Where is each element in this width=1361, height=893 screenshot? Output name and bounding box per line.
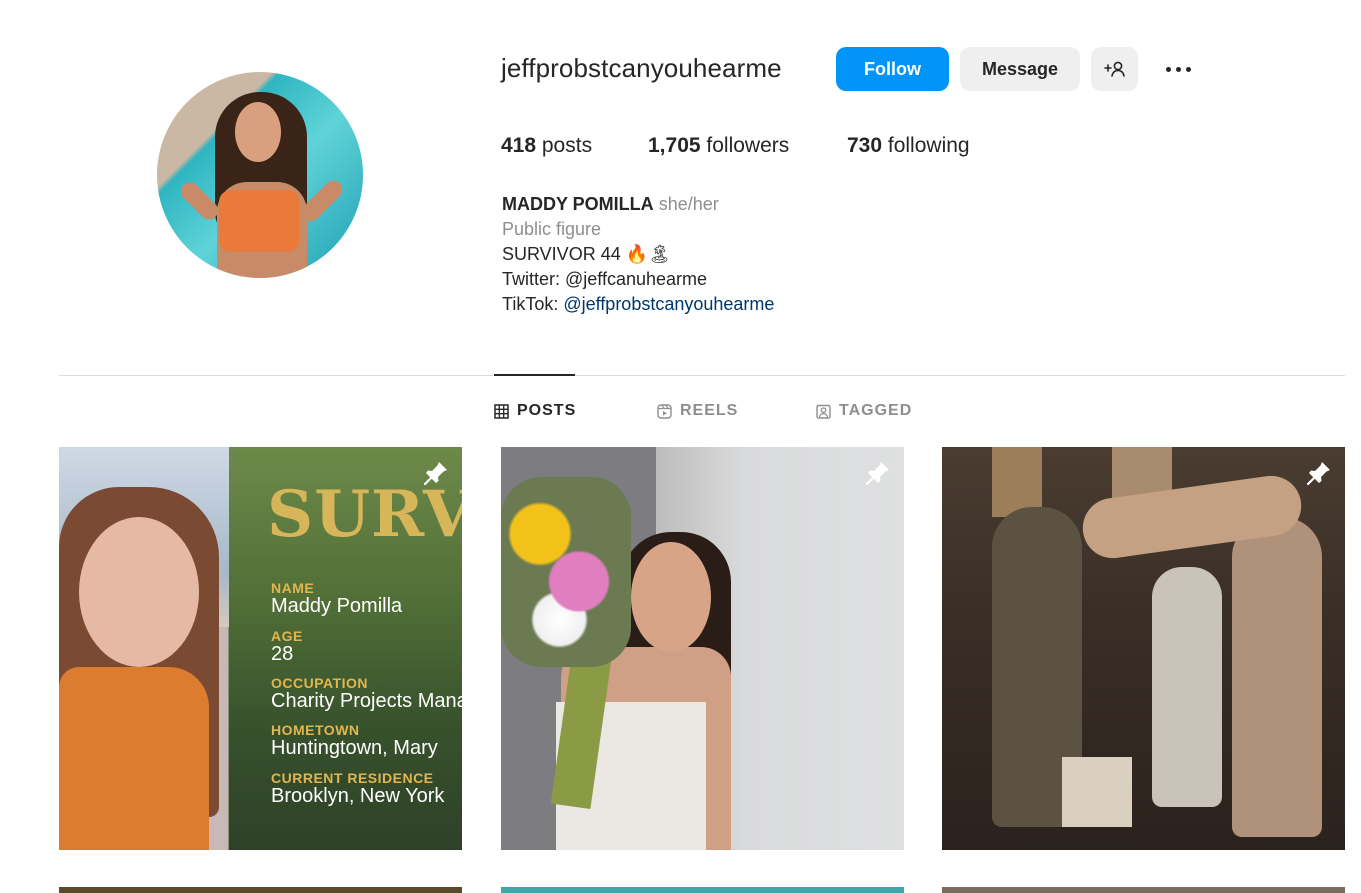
tab-reels[interactable]: REELS [657,402,738,420]
avatar-top [219,190,299,252]
post-photo-bouquet [501,477,631,667]
tabs-divider [59,375,1345,376]
following-count-label: following [882,134,970,157]
posts-count: 418 posts [501,134,592,158]
profile-username: jeffprobstcanyouhearme [501,53,782,83]
avatar-face [235,102,281,162]
pinned-post-icon [865,462,889,486]
tab-tagged[interactable]: TAGGED [816,402,912,420]
more-options-icon[interactable] [1160,54,1196,84]
tagged-icon [816,404,831,419]
add-user-icon [1103,61,1125,77]
post-photo-person [1232,517,1322,837]
overlay-field-name: NAME Maddy Pomilla [271,580,402,618]
post-tile[interactable] [501,447,904,850]
dot [1175,66,1181,72]
dot [1185,66,1191,72]
followers-count-value: 1,705 [648,134,701,157]
tab-posts-label: POSTS [517,402,577,419]
follow-button[interactable]: Follow [836,47,949,91]
grid-icon [494,403,509,419]
overlay-field-label: CURRENT RESIDENCE [271,770,434,786]
post-tile[interactable] [942,447,1345,850]
following-count-value: 730 [847,134,883,157]
bio-line-survivor: SURVIVOR 44 🔥🏝 [502,244,671,264]
overlay-field-label: OCCUPATION [271,675,369,691]
suggested-users-button[interactable] [1091,47,1138,91]
bio-tiktok-prefix: TikTok: [502,294,564,314]
post-overlay-title: SURVIV [267,477,462,552]
post-photo-shorts [1062,757,1132,827]
overlay-field-value: Brooklyn, New York [271,785,445,807]
tab-tagged-label: TAGGED [839,402,913,419]
overlay-field-occupation: OCCUPATION Charity Projects Mana [271,675,462,713]
overlay-field-age: AGE 28 [271,628,303,666]
bio-name-line: MADDY POMILLA she/her [502,192,774,217]
post-photo-dress [59,667,209,850]
profile-bio: MADDY POMILLA she/her Public figure SURV… [502,192,774,317]
bio-twitter: Twitter: @jeffcanuhearme [502,269,708,289]
post-photo-face [631,542,711,652]
overlay-field-hometown: HOMETOWN Huntingtown, Mary [271,722,438,760]
followers-link[interactable]: 1,705 followers [648,134,789,158]
reels-icon [657,403,672,419]
bio-pronouns: she/her [658,194,719,214]
overlay-field-label: NAME [271,580,315,596]
overlay-field-residence: CURRENT RESIDENCE Brooklyn, New York [271,770,444,808]
overlay-field-label: AGE [271,628,303,644]
post-photo-face [79,517,199,667]
bio-category: Public figure [502,219,602,239]
profile-avatar[interactable] [157,72,363,278]
pinned-post-icon [423,462,447,486]
dot [1165,66,1171,72]
posts-count-label: posts [536,134,593,157]
bio-tiktok-line: TikTok: @jeffprobstcanyouhearme [502,292,774,317]
post-tile[interactable] [501,887,904,893]
active-tab-indicator [494,374,575,376]
tab-reels-label: REELS [680,402,739,419]
following-link[interactable]: 730 following [847,134,970,158]
post-tile[interactable] [942,887,1345,893]
tiktok-handle-link[interactable]: @jeffprobstcanyouhearme [563,294,774,314]
followers-count-label: followers [700,134,790,157]
overlay-field-label: HOMETOWN [271,722,360,738]
overlay-field-value: Maddy Pomilla [271,595,403,617]
message-button[interactable]: Message [960,47,1080,91]
bio-full-name: MADDY POMILLA [502,194,654,214]
overlay-field-value: Charity Projects Mana [271,690,462,712]
post-photo-person [1152,567,1222,807]
overlay-field-value: 28 [271,643,294,665]
overlay-field-value: Huntingtown, Mary [271,737,438,759]
post-tile[interactable] [59,887,462,893]
tab-posts[interactable]: POSTS [494,402,576,420]
pinned-post-icon [1306,462,1330,486]
post-tile[interactable]: SURVIV NAME Maddy Pomilla AGE 28 OCCUPAT… [59,447,462,850]
posts-count-value: 418 [501,134,537,157]
